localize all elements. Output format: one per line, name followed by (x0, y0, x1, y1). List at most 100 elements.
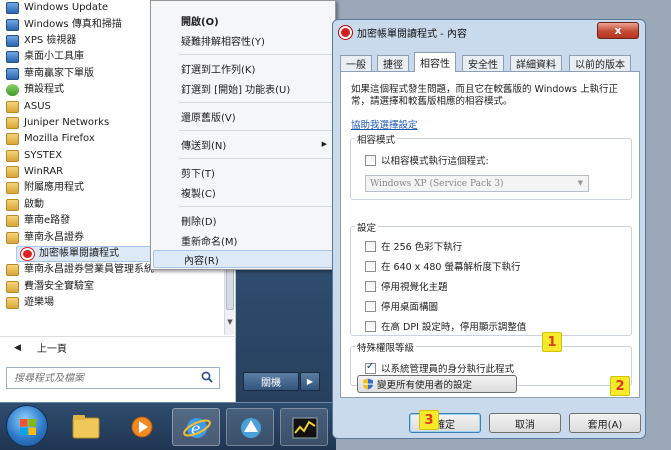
run-as-admin-checkbox[interactable]: 以系統管理員的身分執行此程式 (365, 361, 514, 375)
group-label: 相容模式 (355, 132, 398, 146)
taskbar-media-player-button[interactable] (118, 408, 166, 446)
setting-640x480-checkbox[interactable]: 在 640 x 480 螢幕解析度下執行 (365, 259, 520, 273)
checkbox-box[interactable] (365, 154, 376, 166)
program-icon (6, 84, 19, 97)
program-item[interactable]: 遊樂場 (6, 295, 224, 311)
checkbox-box[interactable] (365, 240, 376, 252)
checkbox-box[interactable] (365, 260, 376, 272)
program-icon (6, 2, 19, 15)
menu-item-pin-start[interactable]: 釘選到 [開始] 功能表(U) (151, 79, 335, 97)
folder-icon (6, 166, 19, 179)
checkbox-label: 以系統管理員的身分執行此程式 (381, 364, 515, 375)
folder-icon (6, 100, 19, 113)
folder-icon (6, 182, 19, 195)
close-button[interactable]: x (597, 22, 639, 39)
checkbox-box[interactable] (365, 300, 376, 312)
menu-item-label: 還原舊版(V) (181, 112, 236, 124)
cancel-button[interactable]: 取消 (489, 413, 561, 433)
menu-item-label: 釘選到 [開始] 功能表(U) (181, 84, 291, 96)
folder-icon (6, 280, 19, 293)
scroll-down-arrow-icon[interactable]: ▼ (226, 318, 234, 330)
checkbox-box[interactable] (365, 280, 376, 292)
dialog-title: 加密帳單閱讀程式 - 內容 (357, 29, 467, 40)
setting-disable-dpi-scaling-checkbox[interactable]: 在高 DPI 設定時，停用顯示調整值 (365, 319, 526, 333)
menu-item-label: 刪除(D) (181, 216, 217, 228)
menu-item-open[interactable]: 開啟(O) (151, 11, 335, 29)
menu-separator (179, 158, 333, 159)
folder-icon (6, 297, 19, 310)
menu-separator (179, 54, 333, 55)
menu-item-rename[interactable]: 重新命名(M) (151, 231, 335, 249)
checkbox-label: 停用視覺化主題 (381, 282, 448, 293)
compat-os-select[interactable]: Windows XP (Service Pack 3) ▼ (365, 175, 589, 192)
stock-chart-icon (292, 417, 318, 439)
folder-icon (6, 149, 19, 162)
menu-item-label: 內容(R) (184, 255, 219, 267)
program-label: WinRAR (24, 166, 64, 178)
tab-details[interactable]: 詳細資料 (510, 55, 562, 71)
menu-item-copy[interactable]: 複製(C) (151, 183, 335, 201)
program-label: SYSTEX (24, 149, 63, 161)
folder-icon (6, 198, 19, 211)
tab-label: 相容性 (420, 59, 450, 70)
search-input[interactable] (14, 372, 194, 384)
search-icon[interactable] (201, 371, 213, 383)
setting-256-colors-checkbox[interactable]: 在 256 色彩下執行 (365, 239, 462, 253)
program-icon (6, 18, 19, 31)
menu-item-send-to[interactable]: 傳送到(N) ▶ (151, 135, 335, 153)
tab-shortcut[interactable]: 捷徑 (377, 55, 409, 71)
menu-item-properties[interactable]: 內容(R) (153, 250, 333, 268)
program-icon (6, 67, 19, 80)
taskbar-stock-app-button[interactable] (280, 408, 328, 446)
group-label: 設定 (355, 220, 379, 234)
checkbox-label: 以相容模式執行這個程式: (381, 156, 489, 167)
menu-item-troubleshoot[interactable]: 疑難排解相容性(Y) (151, 31, 335, 49)
search-box[interactable] (6, 367, 220, 389)
menu-item-label: 重新命名(M) (181, 236, 238, 248)
checkbox-box[interactable] (365, 361, 376, 374)
menu-separator (179, 130, 333, 131)
context-menu: 開啟(O) 疑難排解相容性(Y) 釘選到工作列(K) 釘選到 [開始] 功能表(… (150, 0, 336, 270)
menu-item-restore-previous[interactable]: 還原舊版(V) (151, 107, 335, 125)
shutdown-button[interactable]: 關機 (243, 372, 299, 391)
program-label: 華南贏家下單版 (24, 67, 94, 79)
button-label: 變更所有使用者的設定 (377, 380, 473, 391)
program-label: 附屬應用程式 (24, 182, 84, 194)
folder-icon (6, 215, 19, 228)
tab-label: 一般 (346, 60, 366, 71)
menu-item-pin-taskbar[interactable]: 釘選到工作列(K) (151, 59, 335, 77)
change-all-users-button[interactable]: 變更所有使用者的設定 (357, 375, 517, 393)
compatibility-description: 如果這個程式發生問題，而且它在較舊版的 Windows 上執行正常，請選擇和較舊… (351, 84, 618, 107)
program-label: 桌面小工具庫 (24, 51, 84, 63)
program-item[interactable]: 費潛安全實驗室 (6, 279, 224, 295)
tab-security[interactable]: 安全性 (462, 55, 504, 71)
menu-separator (179, 102, 333, 103)
taskbar-explorer-button[interactable] (62, 408, 110, 446)
taskbar-hnb-app-button[interactable] (226, 408, 274, 446)
back-arrow-icon: ◀ (14, 342, 21, 353)
menu-item-cut[interactable]: 剪下(T) (151, 163, 335, 181)
shutdown-options-arrow-icon[interactable]: ▶ (300, 372, 320, 391)
setting-disable-composition-checkbox[interactable]: 停用桌面構圖 (365, 299, 438, 313)
taskbar-ie-button[interactable]: e (172, 408, 220, 446)
tab-general[interactable]: 一般 (340, 55, 372, 71)
compat-mode-group: 相容模式 以相容模式執行這個程式: Windows XP (Service Pa… (350, 132, 632, 200)
chevron-down-icon: ▼ (577, 179, 583, 187)
help-me-choose-link[interactable]: 協助我選擇設定 (351, 117, 418, 131)
start-button[interactable] (6, 405, 48, 447)
program-label: ASUS (24, 100, 51, 112)
program-label: Windows Update (24, 2, 109, 14)
setting-disable-themes-checkbox[interactable]: 停用視覺化主題 (365, 279, 448, 293)
select-value: Windows XP (Service Pack 3) (370, 178, 504, 189)
folder-icon (6, 231, 19, 244)
tab-compatibility[interactable]: 相容性 (414, 52, 456, 72)
program-label: Juniper Networks (24, 116, 110, 128)
menu-item-delete[interactable]: 刪除(D) (151, 211, 335, 229)
apply-button[interactable]: 套用(A) (569, 413, 641, 433)
tab-previous-versions[interactable]: 以前的版本 (569, 55, 631, 71)
back-button[interactable]: ◀ 上一頁 (0, 336, 236, 358)
compat-mode-checkbox[interactable]: 以相容模式執行這個程式: (365, 153, 489, 167)
checkbox-box[interactable] (365, 320, 376, 332)
app-icon (339, 26, 352, 39)
checkbox-label: 在 256 色彩下執行 (381, 242, 463, 253)
